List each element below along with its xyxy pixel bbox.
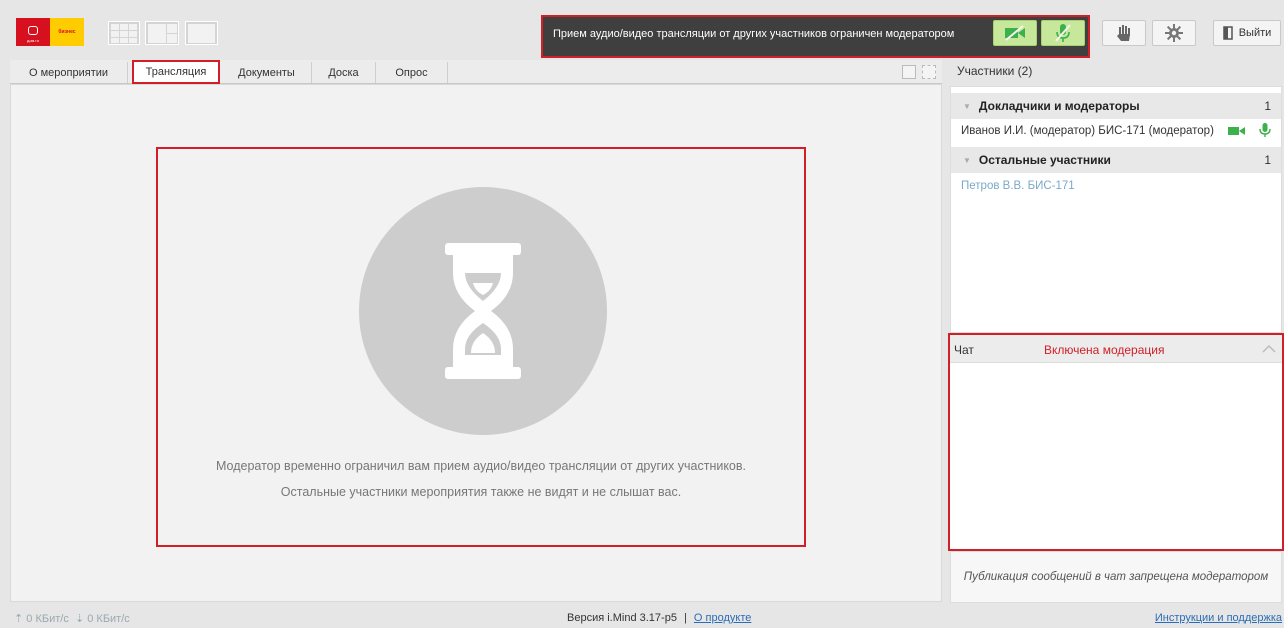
download-arrow-icon: ⇣ (74, 613, 85, 625)
door-icon (1222, 26, 1233, 40)
download-speed: 0 КБит/с (87, 613, 130, 625)
exit-button[interactable]: Выйти (1213, 20, 1281, 46)
logo-text-right: бизнес (58, 29, 76, 35)
mic-off-button[interactable] (1041, 20, 1085, 46)
pin-icon (28, 26, 38, 35)
network-speed: ⇡ 0 КБит/с ⇣ 0 КБит/с (14, 612, 130, 625)
tab-broadcast[interactable]: Трансляция (132, 60, 220, 84)
group-speakers-header[interactable]: ▼ Докладчики и модераторы 1 (951, 93, 1281, 119)
chat-moderation-status: Включена модерация (1044, 343, 1165, 357)
about-product-link[interactable]: О продукте (694, 612, 751, 624)
chat-panel: Чат Включена модерация (948, 333, 1284, 551)
tab-board[interactable]: Доска (312, 62, 376, 83)
group-speakers-count: 1 (1264, 99, 1271, 113)
camera-on-icon (1228, 127, 1245, 135)
notice-text: Прием аудио/видео трансляции от других у… (553, 28, 955, 40)
chat-header[interactable]: Чат Включена модерация (950, 335, 1282, 363)
exit-label: Выйти (1238, 27, 1272, 39)
status-bar: ⇡ 0 КБит/с ⇣ 0 КБит/с Версия i.Mind 3.17… (0, 610, 1284, 628)
collapse-triangle-icon: ▼ (963, 155, 971, 165)
upload-arrow-icon: ⇡ (14, 613, 24, 625)
hand-icon (1117, 25, 1130, 41)
raise-hand-button[interactable] (1102, 20, 1146, 46)
help-link[interactable]: Инструкции и поддержка (1155, 612, 1282, 624)
participants-panel: ▼ Докладчики и модераторы 1 Иванов И.И. … (950, 86, 1282, 333)
logo: дом.ru бизнес (16, 18, 84, 46)
window-mode-icon[interactable] (902, 65, 916, 79)
tab-bar: О мероприятии Трансляция Документы Доска… (10, 60, 942, 84)
upload-speed: 0 КБит/с (26, 613, 69, 625)
restriction-message-area: Модератор временно ограничил вам прием а… (156, 147, 806, 547)
chat-title: Чат (954, 343, 974, 357)
group-speakers-name: Докладчики и модераторы (978, 99, 1140, 113)
layout-split-button[interactable] (145, 21, 179, 45)
camera-off-button[interactable] (993, 20, 1037, 46)
waiting-indicator (359, 187, 607, 435)
restriction-message-line1: Модератор временно ограничил вам прием а… (215, 459, 747, 473)
tab-poll[interactable]: Опрос (376, 62, 448, 83)
restriction-message-line2: Остальные участники мероприятия также не… (280, 485, 682, 499)
top-bar: дом.ru бизнес Прием аудио/видео трансляц… (0, 0, 1284, 60)
tab-about[interactable]: О мероприятии (10, 62, 128, 83)
separator: | (684, 612, 687, 624)
version-label: Версия i.Mind 3.17-p5 (567, 612, 677, 624)
hourglass-icon (445, 243, 521, 379)
participant-petrov[interactable]: Петров В.В. БИС-171 (961, 180, 1075, 192)
mic-off-icon (1055, 24, 1071, 42)
group-others-header[interactable]: ▼ Остальные участники 1 (951, 147, 1281, 173)
tab-documents[interactable]: Документы (222, 62, 312, 83)
group-others-count: 1 (1264, 153, 1271, 167)
layout-grid-button[interactable] (108, 21, 140, 45)
collapse-triangle-icon: ▼ (963, 101, 971, 111)
participants-title: Участники (2) (957, 64, 1033, 78)
mic-on-icon (1259, 123, 1271, 137)
chat-footer-message: Публикация сообщений в чат запрещена мод… (950, 551, 1282, 603)
logo-text-left: дом.ru (27, 38, 39, 43)
notice-arrow (981, 30, 988, 44)
collapse-chevron-up-icon[interactable] (1262, 344, 1276, 353)
gear-icon (1165, 24, 1183, 42)
broadcast-panel: Модератор временно ограничил вам прием а… (10, 84, 942, 602)
camera-off-icon (1005, 25, 1025, 41)
fullscreen-icon[interactable] (922, 65, 936, 79)
layout-single-button[interactable] (185, 21, 218, 45)
participant-ivanov[interactable]: Иванов И.И. (модератор) БИС-171 (модерат… (961, 125, 1214, 137)
settings-button[interactable] (1152, 20, 1196, 46)
group-others-name: Остальные участники (978, 153, 1111, 167)
